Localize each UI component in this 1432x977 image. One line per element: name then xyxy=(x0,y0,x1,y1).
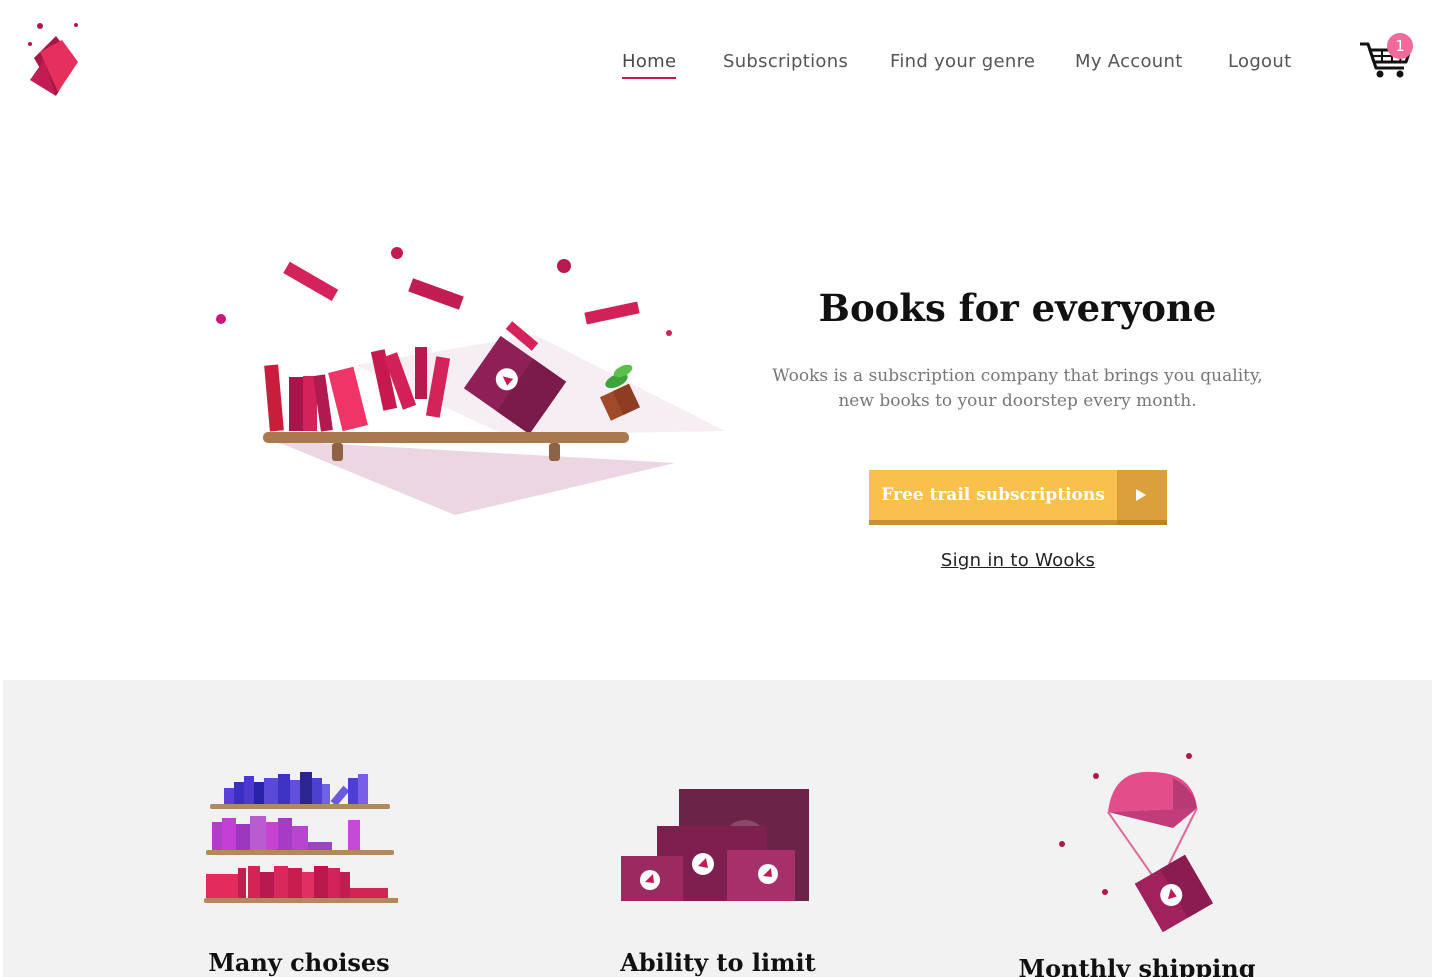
bookshelf-icon xyxy=(204,772,398,903)
nav-find-your-genre[interactable]: Find your genre xyxy=(890,50,1035,74)
feature-title-choices: Many choises xyxy=(208,948,390,977)
boxes-icon xyxy=(621,789,809,901)
cta-arrow-container xyxy=(1117,470,1167,525)
feature-title-shipping: Monthly shipping xyxy=(1018,954,1256,977)
cart-count-badge: 1 xyxy=(1387,33,1413,59)
page: Home Subscriptions Find your genre My Ac… xyxy=(0,0,1432,977)
nav-home[interactable]: Home xyxy=(622,50,677,79)
sign-in-link[interactable]: Sign in to Wooks xyxy=(869,550,1167,571)
free-trial-button[interactable]: Free trail subscriptions xyxy=(869,470,1167,525)
play-arrow-icon xyxy=(1136,489,1146,501)
parachute-box-icon xyxy=(1059,753,1213,933)
features-section: Many choises Ability to limit Monthly sh… xyxy=(3,680,1432,977)
hero-title: Books for everyone xyxy=(818,286,1217,330)
free-trial-label: Free trail subscriptions xyxy=(869,470,1117,525)
main-nav: Home Subscriptions Find your genre My Ac… xyxy=(0,50,1432,80)
feature-title-limit: Ability to limit xyxy=(620,948,816,977)
falling-books-illustration xyxy=(216,247,725,515)
nav-my-account[interactable]: My Account xyxy=(1075,50,1183,74)
hero-description: Wooks is a subscription company that bri… xyxy=(772,366,1263,411)
nav-logout[interactable]: Logout xyxy=(1228,50,1291,74)
nav-subscriptions[interactable]: Subscriptions xyxy=(723,50,848,74)
